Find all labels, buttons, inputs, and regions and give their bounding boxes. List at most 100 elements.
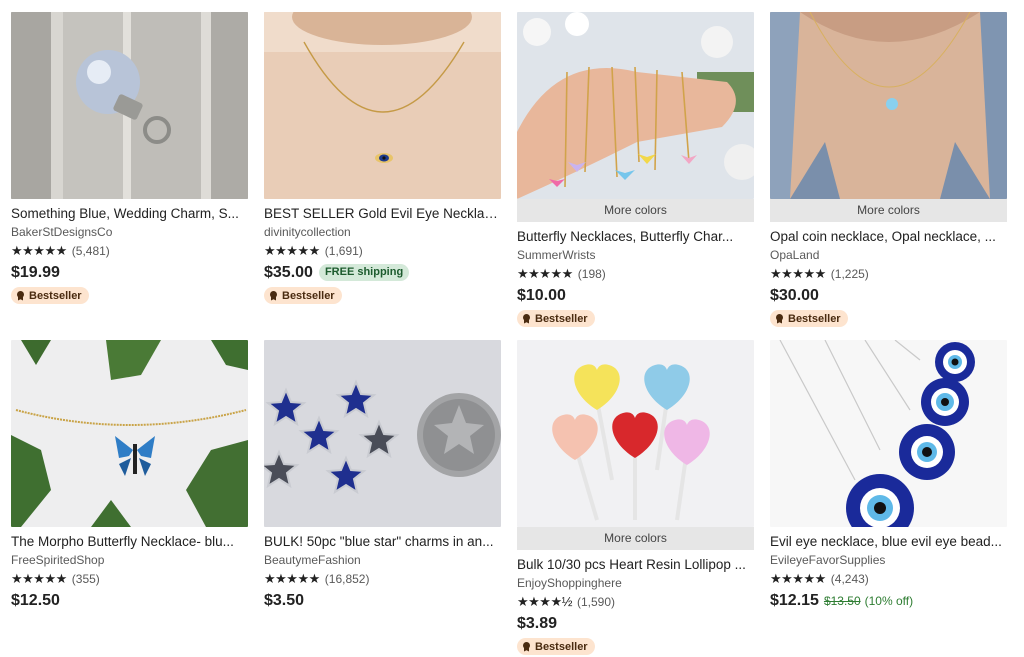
listing-image[interactable] [517, 12, 754, 199]
listing-card[interactable]: More colors Butterfly Necklaces, Butterf… [517, 12, 754, 329]
shop-name: FreeSpiritedShop [11, 553, 105, 567]
rating: ★★★★½ (1,590) [517, 594, 754, 610]
shop-name: BakerStDesignsCo [11, 225, 113, 239]
evil-eye-necklace-image [264, 12, 501, 199]
bestseller-badge: Bestseller [11, 287, 89, 304]
star-rating-icon: ★★★★½ [517, 594, 572, 609]
listing-title[interactable]: Evil eye necklace, blue evil eye bead... [770, 533, 1007, 551]
listing-title[interactable]: Butterfly Necklaces, Butterfly Char... [517, 228, 754, 246]
shop-name: SummerWrists [517, 248, 596, 262]
medal-icon [269, 290, 278, 301]
review-count: (1,691) [324, 244, 363, 258]
listing-card[interactable]: The Morpho Butterfly Necklace- blu... Fr… [11, 340, 248, 611]
listing-title[interactable]: Opal coin necklace, Opal necklace, ... [770, 228, 1007, 246]
shop-name: divinitycollection [264, 225, 351, 239]
listing-title[interactable]: Something Blue, Wedding Charm, S... [11, 205, 248, 223]
rating: ★★★★★ (4,243) [770, 571, 1007, 587]
review-count: (198) [577, 267, 606, 281]
discount-label: (10% off) [864, 593, 914, 608]
original-price: $13.50 [823, 593, 861, 608]
star-rating-icon: ★★★★★ [264, 571, 320, 586]
shop-name: OpaLand [770, 248, 820, 262]
listing-card[interactable]: Something Blue, Wedding Charm, S... Bake… [11, 12, 248, 306]
shop-name: EnjoyShoppinghere [517, 576, 622, 590]
price: $19.99 [11, 263, 60, 281]
star-rating-icon: ★★★★★ [770, 571, 826, 586]
bestseller-badge: Bestseller [517, 638, 595, 655]
price: $3.50 [264, 591, 305, 609]
shop-name: EvileyeFavorSupplies [770, 553, 886, 567]
bestseller-badge: Bestseller [770, 310, 848, 327]
bestseller-label: Bestseller [788, 312, 841, 325]
price: $30.00 [770, 286, 819, 304]
listing-image[interactable] [11, 12, 248, 199]
more-colors-bar[interactable]: More colors [770, 199, 1007, 222]
medal-icon [775, 313, 784, 324]
review-count: (1,590) [576, 595, 615, 609]
price-line: $35.00 FREE shipping [264, 262, 501, 283]
price-line: $3.89 [517, 613, 754, 634]
listing-card[interactable]: More colors Bulk 10/30 pcs Heart Resin L… [517, 340, 754, 657]
price-line: $12.50 [11, 590, 248, 611]
price-line: $19.99 [11, 262, 248, 283]
bestseller-label: Bestseller [535, 640, 588, 653]
price-line: $10.00 [517, 285, 754, 306]
more-colors-bar[interactable]: More colors [517, 527, 754, 550]
star-rating-icon: ★★★★★ [11, 571, 67, 586]
free-shipping-badge: FREE shipping [318, 264, 410, 281]
price-line: $3.50 [264, 590, 501, 611]
evil-eye-beads-image [770, 340, 1007, 527]
listing-image[interactable] [264, 12, 501, 199]
review-count: (355) [71, 572, 100, 586]
bestseller-badge: Bestseller [264, 287, 342, 304]
bestseller-label: Bestseller [535, 312, 588, 325]
listing-title[interactable]: BEST SELLER Gold Evil Eye Necklace... [264, 205, 501, 223]
pearl-charm-image [11, 12, 248, 199]
rating: ★★★★★ (355) [11, 571, 248, 587]
listing-image[interactable] [770, 340, 1007, 527]
rating: ★★★★★ (1,691) [264, 243, 501, 259]
price-line: $30.00 [770, 285, 1007, 306]
rating: ★★★★★ (198) [517, 266, 754, 282]
sale-price: $12.15 [770, 591, 819, 609]
medal-icon [16, 290, 25, 301]
medal-icon [522, 313, 531, 324]
medal-icon [522, 641, 531, 652]
listing-title[interactable]: Bulk 10/30 pcs Heart Resin Lollipop ... [517, 556, 754, 574]
review-count: (5,481) [71, 244, 110, 258]
blue-butterfly-necklace-image [11, 340, 248, 527]
price-line: $12.15 $13.50 (10% off) [770, 590, 1007, 611]
price: $10.00 [517, 286, 566, 304]
blue-star-charms-image [264, 340, 501, 527]
review-count: (4,243) [830, 572, 869, 586]
star-rating-icon: ★★★★★ [517, 266, 573, 281]
bestseller-label: Bestseller [29, 289, 82, 302]
more-colors-bar[interactable]: More colors [517, 199, 754, 222]
shop-name: BeautymeFashion [264, 553, 361, 567]
listing-card[interactable]: BULK! 50pc "blue star" charms in an... B… [264, 340, 501, 611]
heart-lollipops-image [517, 340, 754, 527]
review-count: (16,852) [324, 572, 370, 586]
price: $3.89 [517, 614, 558, 632]
rating: ★★★★★ (16,852) [264, 571, 501, 587]
listing-card[interactable]: More colors Opal coin necklace, Opal nec… [770, 12, 1007, 329]
price: $12.50 [11, 591, 60, 609]
listing-image[interactable] [770, 12, 1007, 199]
rating: ★★★★★ (1,225) [770, 266, 1007, 282]
butterfly-necklaces-image [517, 12, 754, 199]
listing-title[interactable]: BULK! 50pc "blue star" charms in an... [264, 533, 501, 551]
listing-image[interactable] [517, 340, 754, 527]
listing-image[interactable] [11, 340, 248, 527]
listing-card[interactable]: BEST SELLER Gold Evil Eye Necklace... di… [264, 12, 501, 306]
rating: ★★★★★ (5,481) [11, 243, 248, 259]
star-rating-icon: ★★★★★ [264, 243, 320, 258]
star-rating-icon: ★★★★★ [770, 266, 826, 281]
bestseller-badge: Bestseller [517, 310, 595, 327]
listing-title[interactable]: The Morpho Butterfly Necklace- blu... [11, 533, 248, 551]
star-rating-icon: ★★★★★ [11, 243, 67, 258]
price: $35.00 [264, 263, 313, 281]
listing-image[interactable] [264, 340, 501, 527]
opal-necklace-image [770, 12, 1007, 199]
review-count: (1,225) [830, 267, 869, 281]
listing-card[interactable]: Evil eye necklace, blue evil eye bead...… [770, 340, 1007, 611]
